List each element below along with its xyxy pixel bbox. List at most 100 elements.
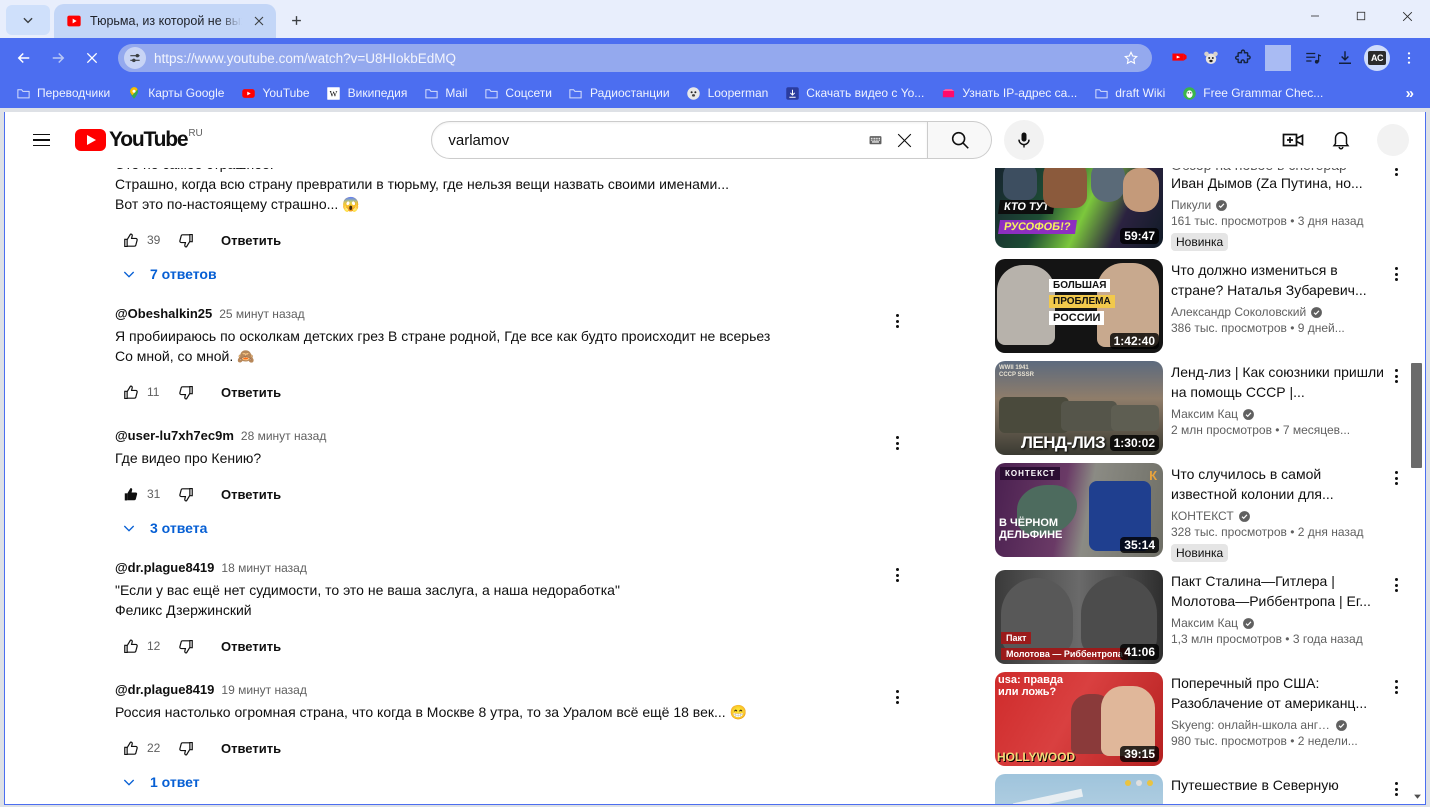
keyboard-icon[interactable] — [863, 128, 887, 152]
window-close-button[interactable] — [1384, 0, 1430, 32]
bookmark-item[interactable]: Mail — [416, 82, 474, 104]
youtube-extension-icon[interactable] — [1166, 45, 1192, 71]
video-thumbnail[interactable]: WWII 1941 CCCP SSSR ЛЕНД-ЛИЗ 1:30:02 — [995, 361, 1163, 455]
video-thumbnail[interactable] — [995, 774, 1163, 804]
video-title[interactable]: Что должно измениться в стране? Наталья … — [1171, 260, 1385, 300]
bookmark-item[interactable]: Free Grammar Chec... — [1174, 82, 1330, 104]
bookmark-item[interactable]: Соцсети — [476, 82, 559, 104]
search-button[interactable] — [928, 121, 993, 159]
video-title[interactable]: Что случилось в самой известной колонии … — [1171, 464, 1385, 504]
new-tab-button[interactable] — [282, 6, 310, 34]
comment-author[interactable]: @dr.plague8419 — [115, 682, 214, 697]
video-title[interactable]: Путешествие в Северную — [1171, 775, 1385, 795]
comment-dislike-button[interactable] — [169, 224, 201, 256]
comment-more-actions-button[interactable] — [882, 306, 912, 336]
video-thumbnail[interactable]: КОНТЕКСТ К В ЧЁРНОМ ДЕЛЬФИНЕ 35:14 — [995, 463, 1163, 557]
notifications-icon[interactable] — [1321, 120, 1361, 160]
video-thumbnail[interactable]: КТО ТУТ РУСОФОБ!? 59:47 — [995, 154, 1163, 248]
comment-dislike-button[interactable] — [169, 732, 201, 764]
bookmark-item[interactable]: Скачать видео с Yo... — [777, 82, 931, 104]
comment-like-button[interactable] — [115, 376, 147, 408]
video-more-actions-button[interactable] — [1385, 363, 1407, 389]
comment-replies-toggle[interactable]: 1 ответ — [117, 770, 880, 794]
bookmark-item[interactable]: Карты Google — [119, 82, 231, 104]
video-title[interactable]: Ленд-лиз | Как союзники пришли на помощь… — [1171, 362, 1385, 402]
bookmark-item[interactable]: Переводчики — [8, 82, 117, 104]
comment-reply-button[interactable]: Ответить — [209, 385, 293, 400]
comment-more-actions-button[interactable] — [882, 428, 912, 458]
adblock-bear-icon[interactable] — [1198, 45, 1224, 71]
bookmark-item[interactable]: Узнать IP-адрес са... — [933, 82, 1084, 104]
video-title[interactable]: Иван Дымов (Za Путина, но... — [1171, 173, 1385, 193]
related-video-item[interactable]: КОНТЕКСТ К В ЧЁРНОМ ДЕЛЬФИНЕ 35:14 Что случил… — [995, 463, 1407, 562]
account-avatar[interactable] — [1376, 124, 1409, 156]
comment-more-actions-button[interactable] — [882, 560, 912, 590]
back-button[interactable] — [8, 42, 40, 74]
puzzle-extensions-icon[interactable] — [1230, 45, 1256, 71]
video-thumbnail[interactable]: Пакт Молотова — Риббентропа 41:06 — [995, 570, 1163, 664]
site-settings-icon[interactable] — [124, 47, 146, 69]
clear-search-icon[interactable] — [887, 123, 921, 157]
comment-reply-button[interactable]: Ответить — [209, 233, 293, 248]
search-input[interactable]: varlamov — [431, 121, 929, 159]
video-more-actions-button[interactable] — [1385, 465, 1407, 491]
bookmark-star-icon[interactable] — [1120, 47, 1142, 69]
comment-author[interactable]: @Obeshalkin25 — [115, 306, 212, 321]
comment-reply-button[interactable]: Ответить — [209, 741, 293, 756]
video-channel[interactable]: Максим Кац — [1171, 616, 1385, 630]
bookmark-item[interactable]: Looperman — [679, 82, 776, 104]
comment-reply-button[interactable]: Ответить — [209, 639, 293, 654]
create-video-icon[interactable] — [1273, 120, 1313, 160]
video-more-actions-button[interactable] — [1385, 776, 1407, 802]
stop-loading-button[interactable] — [76, 42, 108, 74]
video-channel[interactable]: Максим Кац — [1171, 407, 1385, 421]
page-scrollbar[interactable] — [1409, 168, 1425, 804]
video-more-actions-button[interactable] — [1385, 674, 1407, 700]
bookmark-item[interactable]: YouTube — [233, 82, 316, 104]
voice-search-button[interactable] — [1004, 120, 1045, 160]
forward-button[interactable] — [42, 42, 74, 74]
related-video-item[interactable]: WWII 1941 CCCP SSSR ЛЕНД-ЛИЗ 1:30:02 Ленд-ли… — [995, 361, 1407, 455]
video-title[interactable]: Пакт Сталина—Гитлера | Молотова—Риббентр… — [1171, 571, 1385, 611]
comment-author[interactable]: @dr.plague8419 — [115, 560, 214, 575]
video-channel[interactable]: Skyeng: онлайн-школа англий... — [1171, 718, 1385, 732]
comment-like-button[interactable] — [115, 478, 147, 510]
comment-like-button[interactable] — [115, 630, 147, 662]
comment-replies-toggle[interactable]: 7 ответов — [117, 262, 880, 286]
comment-replies-toggle[interactable]: 3 ответа — [117, 516, 880, 540]
chrome-menu-icon[interactable] — [1396, 45, 1422, 71]
related-video-item[interactable]: КТО ТУТРУСОФОБ!?59:47Обзор на новое в сн… — [995, 154, 1407, 251]
comment-more-actions-button[interactable] — [882, 682, 912, 712]
video-title[interactable]: Поперечный про США: Разоблачение от амер… — [1171, 673, 1385, 713]
comment-dislike-button[interactable] — [169, 630, 201, 662]
window-minimize-button[interactable] — [1292, 0, 1338, 32]
video-channel[interactable]: Пикули — [1171, 198, 1385, 212]
related-video-item[interactable]: Путешествие в Северную — [995, 774, 1407, 804]
video-more-actions-button[interactable] — [1385, 572, 1407, 598]
download-icon[interactable] — [1332, 45, 1358, 71]
video-more-actions-button[interactable] — [1385, 261, 1407, 287]
browser-tab-active[interactable]: Тюрьма, из которой не выход — [54, 4, 276, 38]
comment-author[interactable]: @user-lu7xh7ec9m — [115, 428, 234, 443]
bookmarks-overflow-button[interactable]: » — [1398, 85, 1422, 102]
address-bar[interactable]: https://www.youtube.com/watch?v=U8HIokbE… — [118, 44, 1152, 72]
comment-dislike-button[interactable] — [169, 478, 201, 510]
playlist-icon[interactable] — [1300, 45, 1326, 71]
tab-close-icon[interactable] — [250, 12, 268, 30]
window-maximize-button[interactable] — [1338, 0, 1384, 32]
scrollbar-down-arrow-icon[interactable] — [1409, 788, 1425, 804]
video-channel[interactable]: КОНТЕКСТ — [1171, 509, 1385, 523]
related-video-item[interactable]: usa: правда или ложь? HOLLYWOOD 39:15 Попере… — [995, 672, 1407, 766]
video-thumbnail[interactable]: БОЛЬШАЯ ПРОБЛЕМА РОССИИ 1:42:40 — [995, 259, 1163, 353]
youtube-logo[interactable]: YouTube RU — [75, 129, 203, 151]
bookmark-item[interactable]: W Википедия — [319, 82, 415, 104]
comment-dislike-button[interactable] — [169, 376, 201, 408]
video-thumbnail[interactable]: usa: правда или ложь? HOLLYWOOD 39:15 — [995, 672, 1163, 766]
comment-reply-button[interactable]: Ответить — [209, 487, 293, 502]
bookmark-item[interactable]: draft Wiki — [1086, 82, 1172, 104]
profile-badge[interactable]: AC — [1364, 45, 1390, 71]
bookmark-item[interactable]: Радиостанции — [561, 82, 677, 104]
guide-menu-icon[interactable] — [21, 120, 61, 160]
video-channel[interactable]: Александр Соколовский — [1171, 305, 1385, 319]
related-video-item[interactable]: Пакт Молотова — Риббентропа 41:06 Пакт Стал… — [995, 570, 1407, 664]
